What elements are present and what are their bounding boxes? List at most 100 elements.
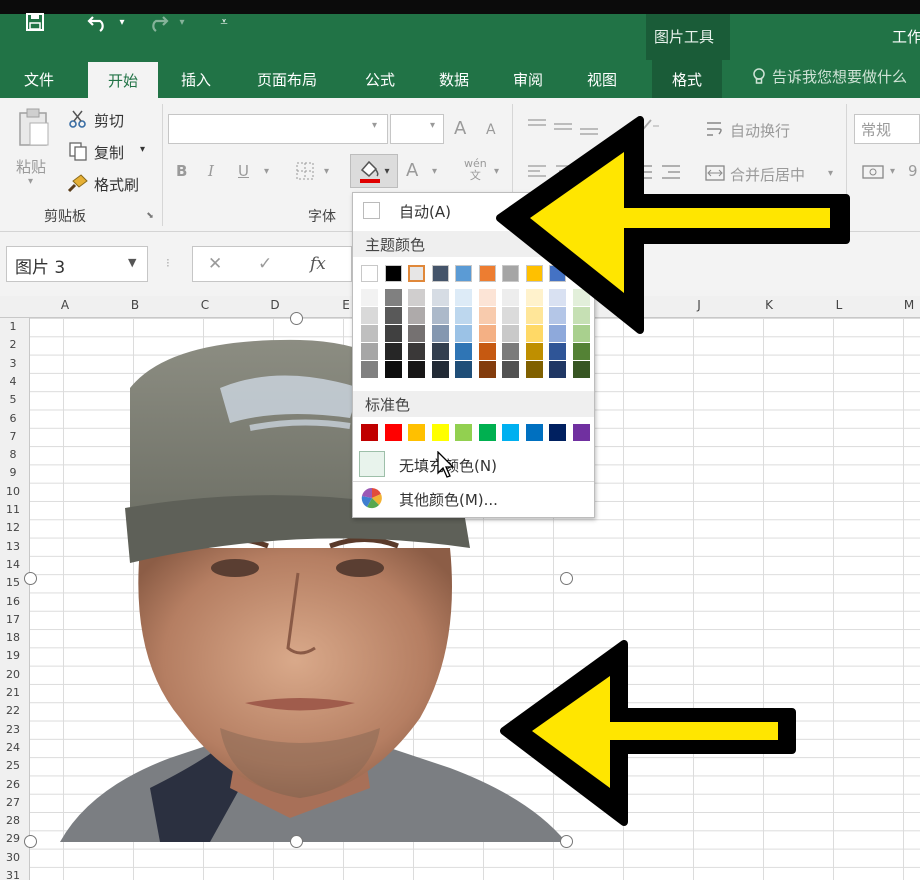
font-name-dropdown-icon[interactable]: ▾ [372, 120, 377, 131]
row-header[interactable]: 16 [0, 595, 26, 608]
theme-shade-swatch[interactable] [408, 289, 425, 306]
standard-color-swatch[interactable] [525, 424, 543, 441]
customize-qat-icon[interactable]: ⩡ [214, 8, 234, 36]
cancel-formula-button[interactable]: ✕ [208, 254, 222, 274]
tab-view[interactable]: 视图 [574, 60, 630, 98]
standard-color-swatch[interactable] [384, 424, 402, 441]
theme-shade-swatch[interactable] [361, 307, 378, 324]
theme-color-swatch[interactable] [408, 265, 425, 282]
theme-shade-swatch[interactable] [361, 361, 378, 378]
row-header[interactable]: 7 [0, 430, 26, 443]
save-icon[interactable] [20, 8, 50, 36]
undo-dropdown-icon[interactable]: ▾ [116, 8, 128, 36]
cut-button[interactable]: 剪切 [94, 110, 124, 131]
theme-shade-swatch[interactable] [431, 289, 449, 306]
more-colors-item[interactable]: 其他颜色(M)... [353, 487, 594, 513]
grow-font-button[interactable]: A [454, 118, 466, 139]
standard-color-swatch[interactable] [455, 424, 472, 441]
theme-color-swatch[interactable] [455, 265, 472, 282]
row-header[interactable]: 31 [0, 869, 26, 880]
theme-shade-swatch[interactable] [572, 343, 590, 360]
theme-shade-swatch[interactable] [478, 361, 496, 378]
currency-dropdown-icon[interactable]: ▾ [890, 166, 895, 177]
theme-shade-swatch[interactable] [455, 343, 472, 360]
row-header[interactable]: 10 [0, 485, 26, 498]
row-header[interactable]: 12 [0, 521, 26, 534]
theme-shade-swatch[interactable] [431, 343, 449, 360]
theme-shade-swatch[interactable] [478, 343, 496, 360]
border-dropdown-icon[interactable]: ▾ [324, 166, 329, 177]
theme-shade-swatch[interactable] [455, 307, 472, 324]
theme-shade-swatch[interactable] [408, 343, 425, 360]
column-header[interactable]: D [240, 298, 310, 312]
row-header[interactable]: 11 [0, 503, 26, 516]
standard-color-swatch[interactable] [549, 424, 566, 441]
font-name-input[interactable] [168, 114, 388, 144]
row-header[interactable]: 28 [0, 814, 26, 827]
tell-me-search[interactable]: 告诉我您想要做什么 [752, 66, 907, 87]
theme-color-swatch[interactable] [431, 265, 449, 282]
standard-color-swatch[interactable] [361, 424, 378, 441]
row-header[interactable]: 19 [0, 649, 26, 662]
row-header[interactable]: 21 [0, 686, 26, 699]
standard-color-swatch[interactable] [572, 424, 590, 441]
tab-page-layout[interactable]: 页面布局 [244, 60, 330, 98]
redo-dropdown-icon[interactable]: ▾ [176, 8, 188, 36]
picture-resize-handle[interactable] [290, 312, 303, 325]
row-header[interactable]: 29 [0, 832, 26, 845]
clipboard-launcher-icon[interactable]: ⬊ [144, 210, 156, 222]
row-header[interactable]: 25 [0, 759, 26, 772]
tab-picture-format[interactable]: 格式 [652, 60, 722, 98]
paste-icon[interactable] [12, 106, 56, 150]
border-icon[interactable] [294, 160, 316, 182]
picture-resize-handle[interactable] [560, 572, 573, 585]
picture-resize-handle[interactable] [560, 835, 573, 848]
theme-color-swatch[interactable] [384, 265, 402, 282]
tab-home[interactable]: 开始 [88, 62, 158, 98]
tab-file[interactable]: 文件 [14, 60, 64, 98]
standard-color-swatch[interactable] [408, 424, 425, 441]
paste-dropdown-icon[interactable]: ▾ [28, 176, 33, 187]
row-header[interactable]: 13 [0, 540, 26, 553]
format-painter-button[interactable]: 格式刷 [94, 174, 139, 195]
theme-shade-swatch[interactable] [408, 307, 425, 324]
row-header[interactable]: 23 [0, 723, 26, 736]
theme-shade-swatch[interactable] [384, 343, 402, 360]
font-color-button[interactable]: A [406, 160, 418, 181]
font-size-dropdown-icon[interactable]: ▾ [430, 120, 435, 131]
column-header[interactable]: C [170, 298, 240, 312]
theme-shade-swatch[interactable] [384, 289, 402, 306]
row-header[interactable]: 17 [0, 613, 26, 626]
theme-shade-swatch[interactable] [408, 361, 425, 378]
row-header[interactable]: 6 [0, 412, 26, 425]
column-header[interactable]: B [100, 298, 170, 312]
row-header[interactable]: 20 [0, 668, 26, 681]
row-header[interactable]: 26 [0, 778, 26, 791]
column-header[interactable]: M [874, 298, 920, 312]
theme-shade-swatch[interactable] [384, 361, 402, 378]
name-box[interactable]: 图片 3 [6, 246, 148, 282]
paste-label[interactable]: 粘贴 [16, 156, 46, 177]
bold-button[interactable]: B [176, 162, 187, 180]
no-fill-item[interactable]: 无填充颜色(N) [353, 449, 594, 479]
row-header[interactable]: 30 [0, 851, 26, 864]
theme-shade-swatch[interactable] [455, 361, 472, 378]
theme-shade-swatch[interactable] [384, 307, 402, 324]
theme-shade-swatch[interactable] [408, 325, 425, 342]
copy-button[interactable]: 复制 [94, 142, 124, 163]
standard-color-swatch[interactable] [502, 424, 519, 441]
picture-resize-handle[interactable] [24, 572, 37, 585]
row-header[interactable]: 1 [0, 320, 26, 333]
standard-color-swatch[interactable] [431, 424, 449, 441]
row-header[interactable]: 3 [0, 357, 26, 370]
row-header[interactable]: 4 [0, 375, 26, 388]
underline-button[interactable]: U [238, 162, 249, 180]
tab-insert[interactable]: 插入 [168, 60, 224, 98]
theme-shade-swatch[interactable] [384, 325, 402, 342]
picture-resize-handle[interactable] [290, 835, 303, 848]
row-header[interactable]: 14 [0, 558, 26, 571]
theme-color-swatch[interactable] [361, 265, 378, 282]
column-header[interactable]: A [30, 298, 100, 312]
tab-formulas[interactable]: 公式 [352, 60, 408, 98]
row-header[interactable]: 2 [0, 338, 26, 351]
